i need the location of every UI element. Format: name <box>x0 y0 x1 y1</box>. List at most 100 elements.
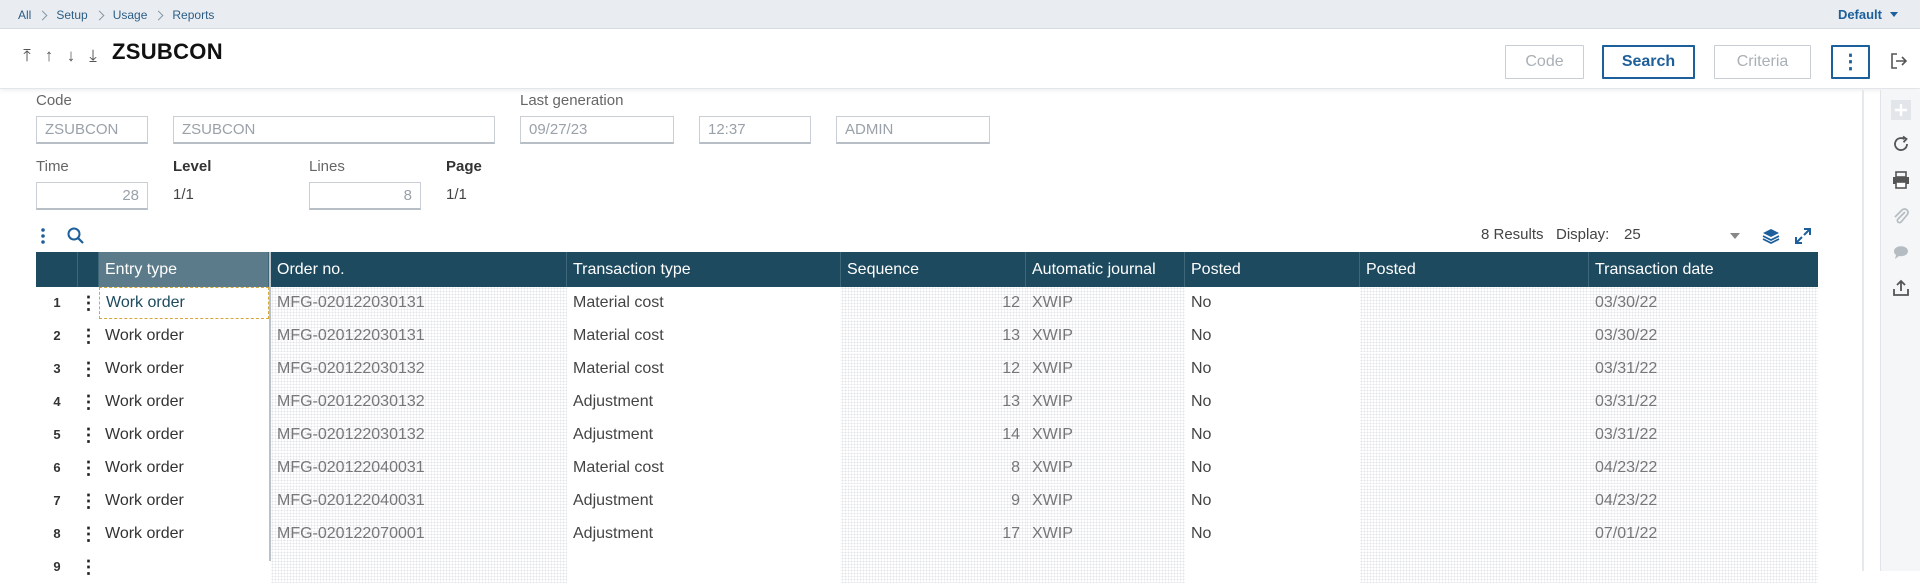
row-actions-icon[interactable]: ⋮ <box>78 419 99 451</box>
more-actions-button[interactable]: ⋮ <box>1831 45 1870 79</box>
refresh-icon[interactable] <box>1891 134 1911 154</box>
caret-down-icon <box>1730 233 1740 239</box>
cell-transaction-date: 03/30/22 <box>1589 287 1818 319</box>
breadcrumb-usage[interactable]: Usage <box>113 8 148 22</box>
print-icon[interactable] <box>1891 170 1911 190</box>
time-label: Time <box>36 158 69 175</box>
cell-posted-2 <box>1360 353 1589 385</box>
vertical-scrollbar[interactable] <box>1862 90 1864 571</box>
cell-posted-2 <box>1360 320 1589 352</box>
cell-entry-type[interactable]: Work order <box>99 386 269 418</box>
header-automatic-journal[interactable]: Automatic journal <box>1026 252 1185 287</box>
header-entry-type[interactable]: Entry type <box>99 252 269 287</box>
row-actions-icon[interactable]: ⋮ <box>78 485 99 517</box>
previous-record-icon[interactable]: ↑ <box>40 45 58 67</box>
row-number: 2 <box>53 328 61 343</box>
lines-field[interactable]: 8 <box>309 182 421 210</box>
level-value: 1/1 <box>173 186 194 203</box>
table-row[interactable]: 2 ⋮ Work order MFG-020122030131 Material cos… <box>36 320 1818 352</box>
cell-sequence: 8 <box>841 452 1026 484</box>
header-transaction-type[interactable]: Transaction type <box>567 252 841 287</box>
attachment-icon[interactable] <box>1891 206 1911 226</box>
grid-actions-icon[interactable] <box>36 226 50 246</box>
chevron-right-icon <box>94 10 105 20</box>
cell-transaction-date: 03/30/22 <box>1589 320 1818 352</box>
layers-icon[interactable] <box>1761 226 1781 246</box>
cell-entry-type[interactable]: Work order <box>99 320 269 352</box>
cell-entry-type[interactable]: Work order <box>99 419 269 451</box>
cell-sequence: 13 <box>841 320 1026 352</box>
record-navigation: ⤒ ↑ ↓ ⤓ <box>18 45 102 67</box>
header-sequence[interactable]: Sequence <box>841 252 1026 287</box>
cell-sequence: 17 <box>841 518 1026 550</box>
default-profile-menu[interactable]: Default <box>1838 7 1898 22</box>
row-actions-icon[interactable]: ⋮ <box>78 353 99 385</box>
cell-automatic-journal: XWIP <box>1026 287 1185 319</box>
row-actions-icon[interactable]: ⋮ <box>78 518 99 550</box>
cell-transaction-type: Adjustment <box>573 492 654 509</box>
breadcrumb-setup[interactable]: Setup <box>56 8 87 22</box>
search-button[interactable]: Search <box>1602 45 1695 79</box>
header-transaction-date[interactable]: Transaction date <box>1589 252 1818 287</box>
description-field[interactable]: ZSUBCON <box>173 116 495 144</box>
next-record-icon[interactable]: ↓ <box>62 45 80 67</box>
code-field[interactable]: ZSUBCON <box>36 116 148 144</box>
breadcrumb-all[interactable]: All <box>18 8 31 22</box>
cell-entry-type[interactable]: Work order <box>99 485 269 517</box>
lines-label: Lines <box>309 158 345 175</box>
cell-entry-type[interactable]: Work order <box>99 353 269 385</box>
cell-entry-type[interactable] <box>99 551 269 583</box>
row-actions-icon[interactable]: ⋮ <box>78 452 99 484</box>
right-toolbar <box>1880 90 1920 571</box>
row-number: 7 <box>53 493 61 508</box>
row-actions-icon[interactable]: ⋮ <box>78 320 99 352</box>
last-generation-date-field[interactable]: 09/27/23 <box>520 116 674 144</box>
header-posted-2[interactable]: Posted <box>1360 252 1589 287</box>
cell-order-no <box>271 551 567 583</box>
breadcrumb-reports[interactable]: Reports <box>172 8 214 22</box>
cell-posted-2 <box>1360 419 1589 451</box>
expand-icon[interactable] <box>1793 226 1813 246</box>
cell-entry-type[interactable]: Work order <box>99 452 269 484</box>
criteria-button[interactable]: Criteria <box>1714 45 1811 79</box>
comment-icon[interactable] <box>1891 242 1911 262</box>
table-row[interactable]: 8 ⋮ Work order MFG-020122070001 Adjustment 17… <box>36 518 1818 550</box>
cell-transaction-type: Adjustment <box>573 426 654 443</box>
code-button[interactable]: Code <box>1505 45 1584 79</box>
breadcrumb: All Setup Usage Reports <box>18 8 214 22</box>
last-generation-user-field[interactable]: ADMIN <box>836 116 990 144</box>
row-actions-icon[interactable]: ⋮ <box>78 287 99 319</box>
cell-order-no: MFG-020122030131 <box>271 320 567 352</box>
display-count-select[interactable]: 25 <box>1624 226 1744 243</box>
cell-posted-2 <box>1360 452 1589 484</box>
cell-entry-type[interactable]: Work order <box>99 518 269 550</box>
table-row[interactable]: 6 ⋮ Work order MFG-020122040031 Material cos… <box>36 452 1818 484</box>
table-row[interactable]: 1 ⋮ Work order MFG-020122030131 Material cos… <box>36 287 1818 319</box>
cell-posted: No <box>1191 459 1212 476</box>
share-icon[interactable] <box>1891 278 1911 298</box>
row-actions-icon[interactable]: ⋮ <box>78 386 99 418</box>
add-icon[interactable] <box>1891 100 1911 120</box>
cell-order-no: MFG-020122030132 <box>271 419 567 451</box>
last-record-icon[interactable]: ⤓ <box>84 45 102 67</box>
header-order-no[interactable]: Order no. <box>271 252 567 287</box>
cell-transaction-date <box>1589 551 1818 583</box>
cell-sequence: 14 <box>841 419 1026 451</box>
page-title: ZSUBCON <box>112 39 223 64</box>
table-row[interactable]: 5 ⋮ Work order MFG-020122030132 Adjustment 14… <box>36 419 1818 451</box>
cell-entry-type[interactable]: Work order <box>99 287 269 319</box>
first-record-icon[interactable]: ⤒ <box>18 45 36 67</box>
row-actions-icon[interactable]: ⋮ <box>78 551 99 583</box>
table-row[interactable]: 4 ⋮ Work order MFG-020122030132 Adjustment 13… <box>36 386 1818 418</box>
header-posted[interactable]: Posted <box>1185 252 1360 287</box>
table-row[interactable]: 3 ⋮ Work order MFG-020122030132 Material cos… <box>36 353 1818 385</box>
exit-icon[interactable] <box>1889 51 1909 71</box>
search-icon[interactable] <box>66 226 86 246</box>
time-field[interactable]: 28 <box>36 182 148 210</box>
cell-automatic-journal: XWIP <box>1026 386 1185 418</box>
table-row[interactable]: 9 ⋮ <box>36 551 1818 583</box>
cell-automatic-journal: XWIP <box>1026 320 1185 352</box>
last-generation-time-field[interactable]: 12:37 <box>699 116 811 144</box>
cell-transaction-date: 03/31/22 <box>1589 419 1818 451</box>
table-row[interactable]: 7 ⋮ Work order MFG-020122040031 Adjustment 9 X… <box>36 485 1818 517</box>
